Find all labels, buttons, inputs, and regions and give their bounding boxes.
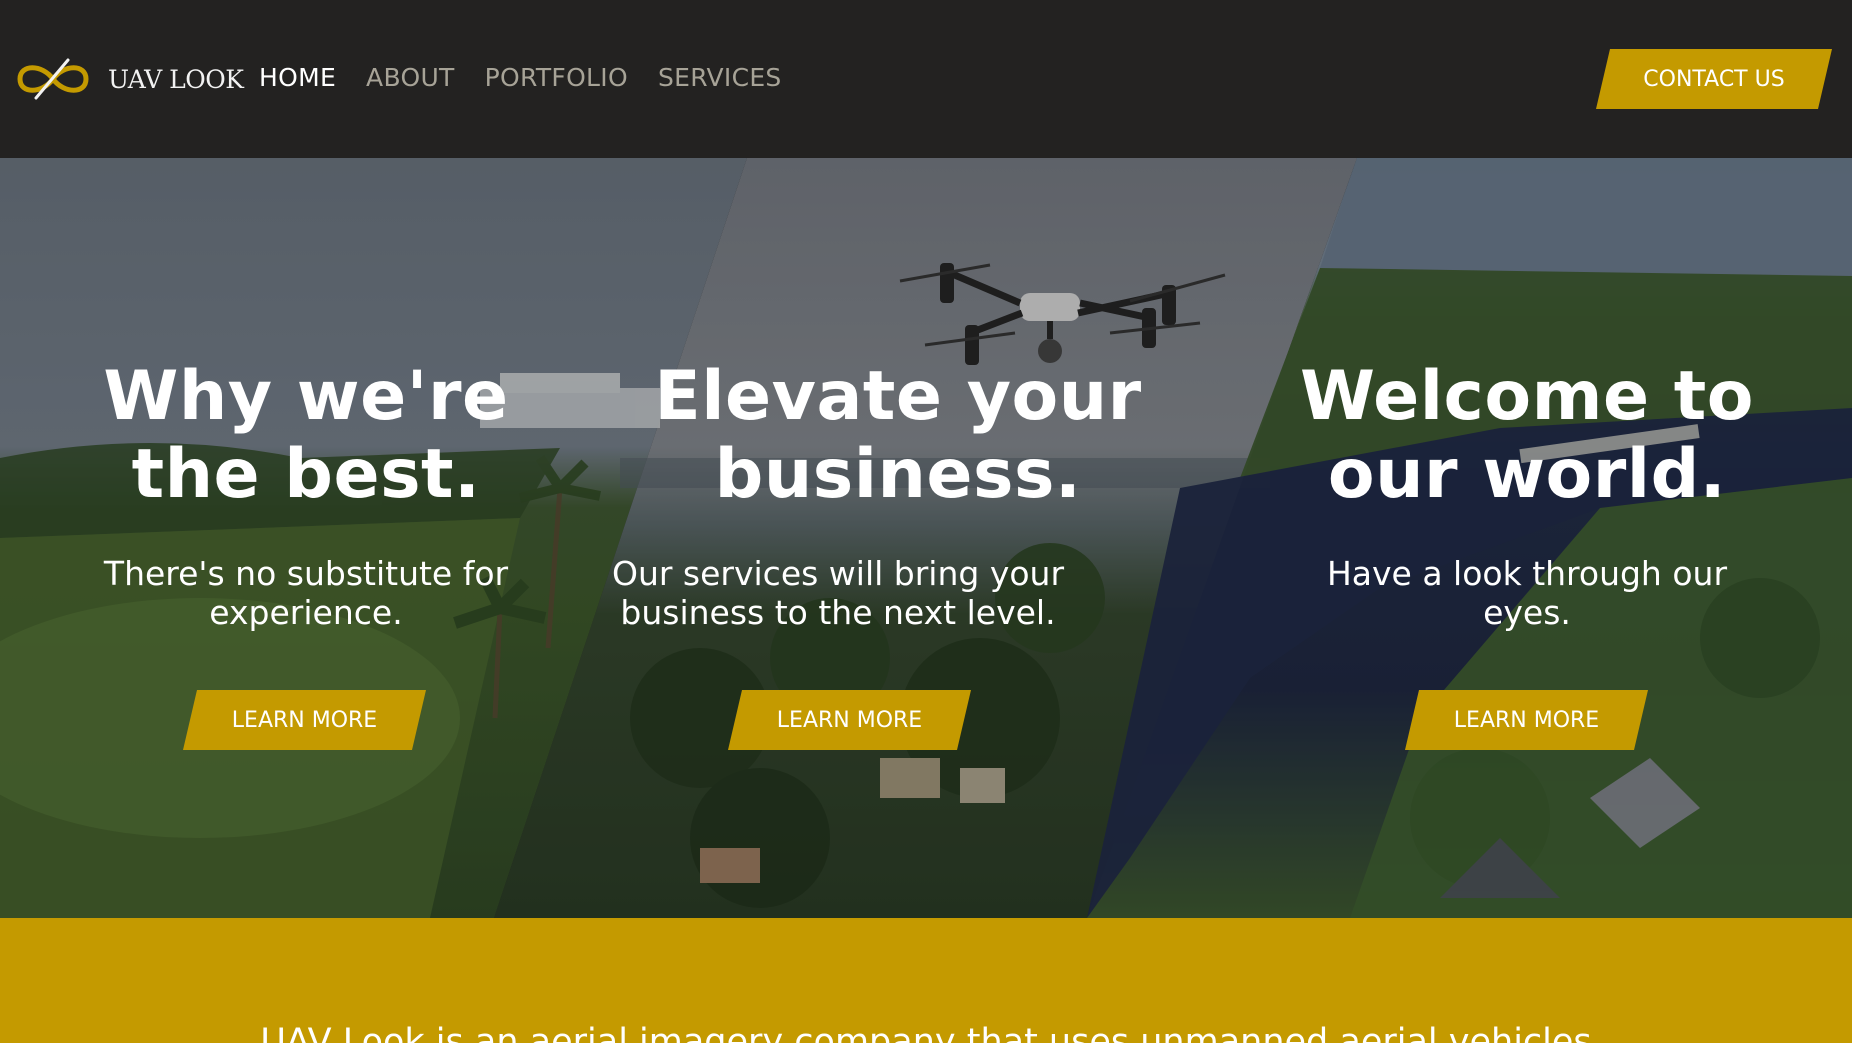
infinity-drone-logo-icon [17, 58, 89, 100]
logo[interactable]: UAV LOOK [14, 56, 244, 102]
intro-band: UAV Look is an aerial imagery company th… [0, 918, 1852, 1043]
slide-title: Welcome to our world. [1300, 357, 1754, 514]
slide-text: Our services will bring your business to… [611, 554, 1065, 632]
hero-dark-overlay [0, 158, 1852, 918]
contact-us-button[interactable]: CONTACT US [1596, 49, 1832, 109]
top-navigation-bar: UAV LOOK HOME ABOUT PORTFOLIO SERVICES C… [0, 0, 1852, 158]
nav-about-link[interactable]: ABOUT [366, 63, 455, 92]
slide-text: There's no substitute for experience. [103, 554, 509, 632]
nav-portfolio-link[interactable]: PORTFOLIO [485, 63, 628, 92]
learn-more-button[interactable]: LEARN MORE [183, 690, 426, 750]
main-menu: HOME ABOUT PORTFOLIO SERVICES [259, 63, 812, 92]
learn-more-button[interactable]: LEARN MORE [1405, 690, 1648, 750]
nav-home-link[interactable]: HOME [259, 63, 336, 92]
brand-name: UAV LOOK [108, 64, 244, 94]
nav-services-link[interactable]: SERVICES [658, 63, 782, 92]
slide-title: Elevate your business. [654, 357, 1142, 514]
slide-text: Have a look through our eyes. [1326, 554, 1728, 632]
hero-slider: Why we're the best. There's no substitut… [0, 158, 1852, 918]
slide-title: Why we're the best. [103, 357, 509, 514]
learn-more-button[interactable]: LEARN MORE [728, 690, 971, 750]
intro-text: UAV Look is an aerial imagery company th… [260, 1022, 1592, 1043]
